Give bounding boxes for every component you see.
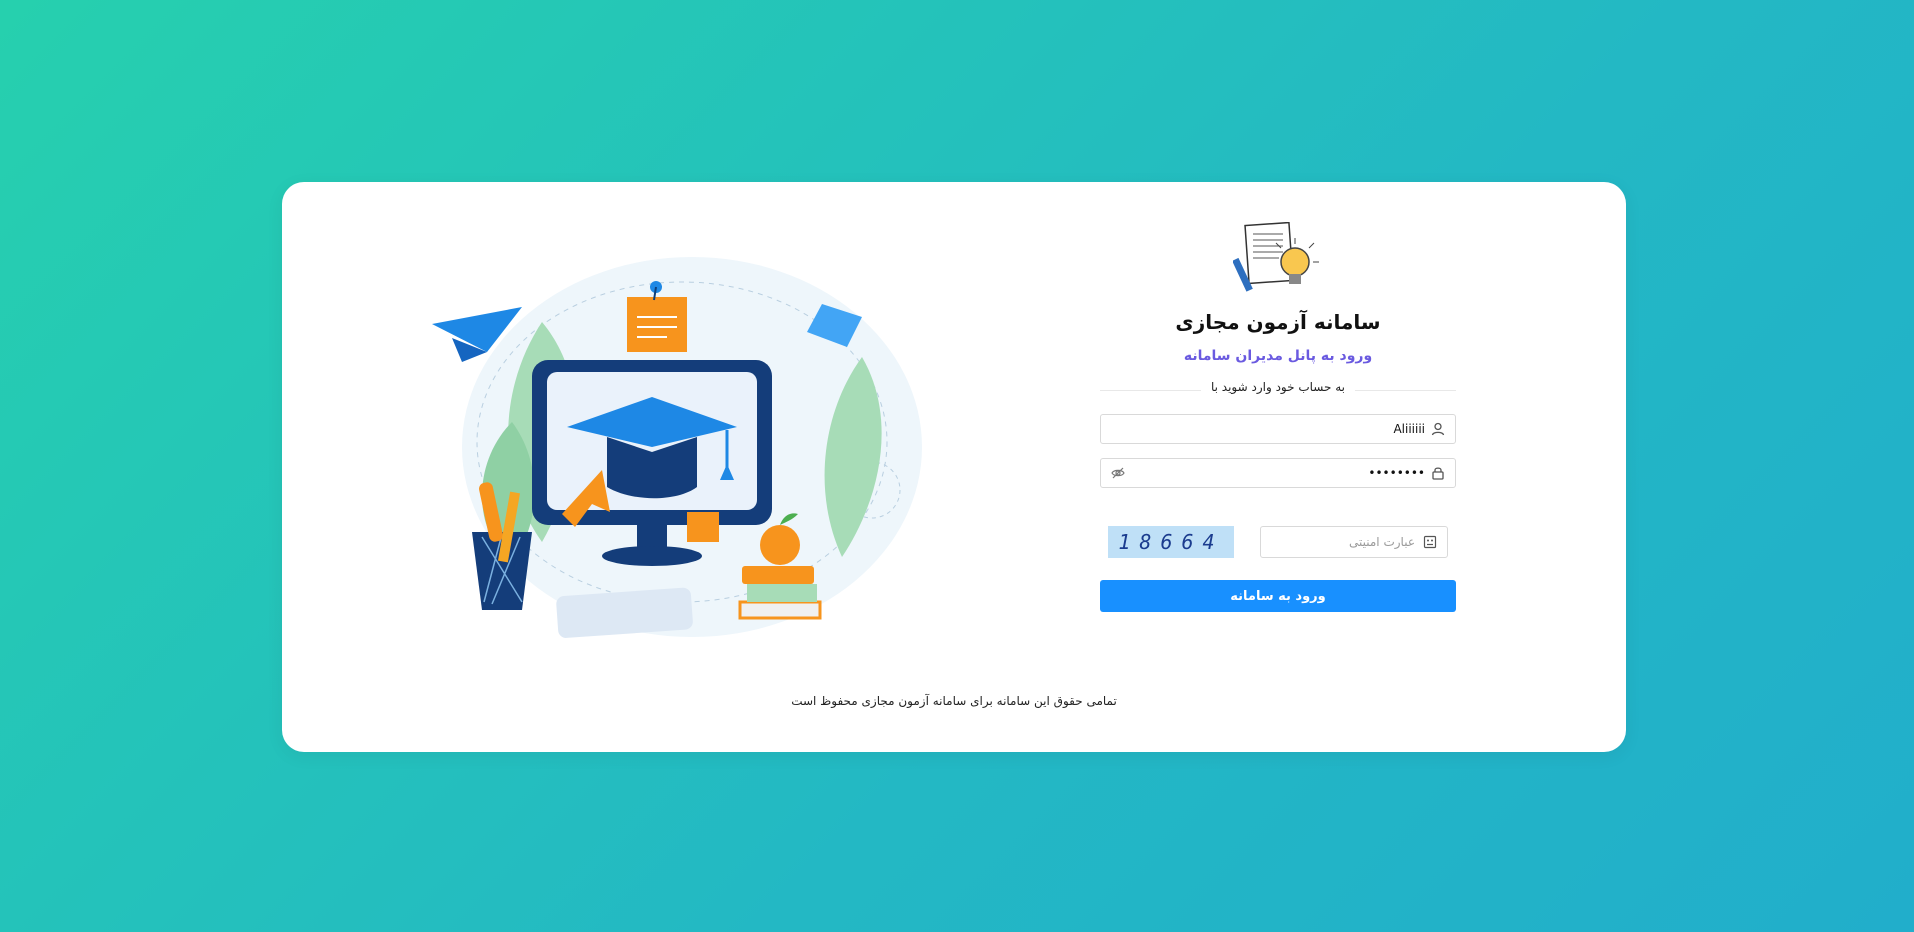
password-input[interactable]	[1135, 463, 1425, 483]
captcha-row: 18664	[1100, 526, 1456, 558]
exam-logo-icon	[1233, 222, 1319, 292]
login-form: سامانه آزمون مجازی ورود به پانل مدیران س…	[1100, 222, 1456, 612]
login-divider: به حساب خود وارد شوید با	[1100, 380, 1456, 400]
password-field[interactable]	[1100, 458, 1456, 488]
copyright-text: تمامی حقوق این سامانه برای سامانه آزمون …	[791, 694, 1117, 708]
captcha-input[interactable]	[1269, 533, 1415, 551]
sticky-note-icon	[627, 297, 687, 352]
login-card: سامانه آزمون مجازی ورود به پانل مدیران س…	[282, 182, 1626, 752]
eye-slash-icon[interactable]	[1111, 466, 1125, 480]
page-subtitle: ورود به پانل مدیران سامانه	[1183, 348, 1373, 364]
books-icon	[738, 600, 822, 620]
apple-icon	[760, 525, 800, 565]
user-icon	[1431, 422, 1445, 436]
captcha-icon	[1423, 535, 1437, 549]
captcha-image[interactable]: 18664	[1108, 526, 1234, 558]
username-input[interactable]	[1135, 419, 1425, 439]
captcha-field[interactable]	[1260, 526, 1448, 558]
divider-text: به حساب خود وارد شوید با	[1200, 380, 1356, 394]
username-field[interactable]	[1100, 414, 1456, 444]
login-button[interactable]: ورود به سامانه	[1100, 580, 1456, 612]
lock-icon	[1432, 467, 1444, 480]
education-illustration	[432, 257, 922, 638]
page-title: سامانه آزمون مجازی	[1175, 310, 1381, 334]
